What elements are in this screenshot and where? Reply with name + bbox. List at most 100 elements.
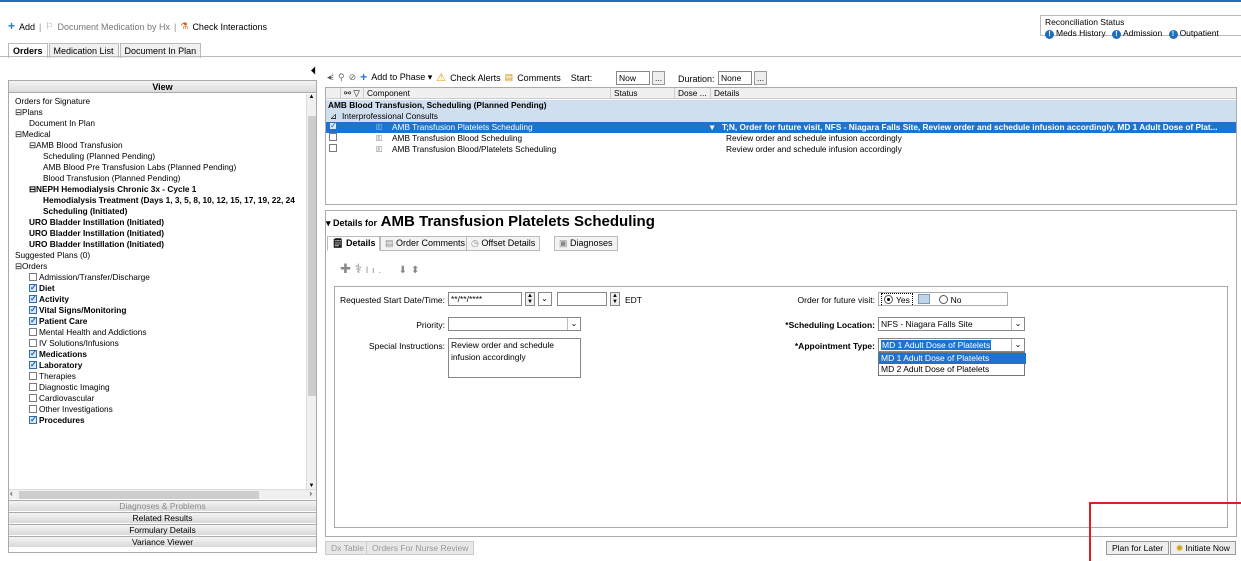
tree-item[interactable]: URO Bladder Instillation (Initiated) xyxy=(29,239,164,250)
appointment-type-dropdown[interactable]: MD 1 Adult Dose of Platelets ⌄ xyxy=(878,338,1025,352)
orders-for-nurse-review-button[interactable]: Orders For Nurse Review xyxy=(366,541,475,555)
column-details[interactable]: Details xyxy=(710,88,1236,99)
scrollbar-thumb[interactable] xyxy=(19,491,259,499)
add-icon[interactable]: + xyxy=(8,20,15,32)
tree-item[interactable]: URO Bladder Instillation (Initiated) xyxy=(29,228,164,239)
yes-radio[interactable]: Yes xyxy=(881,293,913,305)
expand-icon[interactable]: ⬍ xyxy=(411,265,423,276)
priority-dropdown[interactable]: ⌄ xyxy=(448,317,581,331)
section-variance-viewer[interactable]: Variance Viewer xyxy=(9,536,316,547)
tab-details[interactable]: 🗒 Details xyxy=(327,236,381,251)
checkbox[interactable] xyxy=(29,328,37,336)
tree-item[interactable]: Suggested Plans (0) xyxy=(15,250,90,261)
dx-table-button[interactable]: Dx Table xyxy=(325,541,370,555)
tree-item[interactable]: ⊟Orders xyxy=(15,261,47,272)
add-icon[interactable]: ✚ xyxy=(340,261,355,276)
appointment-option[interactable]: MD 2 Adult Dose of Platelets xyxy=(879,364,1026,375)
requested-start-time-field[interactable] xyxy=(557,292,607,306)
tree-item[interactable]: Cardiovascular xyxy=(29,393,94,404)
tree-item[interactable]: IV Solutions/Infusions xyxy=(29,338,119,349)
row-checkbox[interactable] xyxy=(329,133,337,141)
collapse-panel-icon[interactable]: ⏴ xyxy=(311,66,316,77)
special-instructions-field[interactable]: Review order and schedule infusion accor… xyxy=(448,338,581,378)
collapse-icon[interactable]: ⊟ xyxy=(15,107,22,117)
tree-item[interactable]: Patient Care xyxy=(29,315,87,327)
scroll-right-icon[interactable]: › xyxy=(309,489,312,498)
outpatient-link[interactable]: Outpatient xyxy=(1180,28,1219,38)
duration-field[interactable]: None xyxy=(718,71,752,85)
checkbox[interactable] xyxy=(29,394,37,402)
tree-item[interactable]: ⊟Plans xyxy=(15,107,43,118)
meds-history-link[interactable]: Meds History xyxy=(1056,28,1106,38)
tree-item[interactable]: Medications xyxy=(29,348,87,360)
collapse-icon[interactable]: ⊟ xyxy=(15,261,22,271)
remove-icon[interactable]: ⚕ xyxy=(355,261,366,276)
collapse-icon[interactable]: ⊟ xyxy=(15,129,22,139)
collapse-icon[interactable]: ⊟ xyxy=(29,140,36,150)
chart-icon[interactable]: lı. xyxy=(366,265,385,275)
scheduling-location-dropdown[interactable]: NFS - Niagara Falls Site ⌄ xyxy=(878,317,1025,331)
order-row[interactable]: 🗉 AMB Transfusion Platelets Scheduling ▾… xyxy=(326,120,1236,133)
checkbox[interactable] xyxy=(29,282,37,293)
order-row[interactable]: 🗉 AMB Transfusion Blood Scheduling Revie… xyxy=(326,133,1236,144)
admission-link[interactable]: Admission xyxy=(1123,28,1162,38)
checkbox[interactable] xyxy=(29,304,37,315)
initiate-now-button[interactable]: ✺ Initiate Now xyxy=(1170,541,1236,555)
add-button[interactable]: Add xyxy=(19,22,35,32)
tab-offset-details[interactable]: ◷ Offset Details xyxy=(466,236,541,251)
tree-item[interactable]: ⊟NEPH Hemodialysis Chronic 3x - Cycle 1 xyxy=(29,184,196,195)
tree-item[interactable]: ⊟AMB Blood Transfusion xyxy=(29,140,123,151)
sort-icon[interactable]: ⚯ ▽ xyxy=(340,88,362,99)
dropdown-arrow-icon[interactable]: ▾ xyxy=(710,122,714,133)
order-row[interactable]: 🗉 AMB Transfusion Blood/Platelets Schedu… xyxy=(326,144,1236,155)
row-checkbox[interactable] xyxy=(329,144,337,152)
scrollbar-thumb[interactable] xyxy=(308,116,316,396)
tree-item[interactable]: Procedures xyxy=(29,414,85,426)
tree-item[interactable]: Scheduling (Planned Pending) xyxy=(43,151,155,162)
tree-item[interactable]: Hemodialysis Treatment (Days 1, 3, 5, 8,… xyxy=(43,195,295,206)
tree-item[interactable]: Other Investigations xyxy=(29,404,113,415)
add-icon[interactable]: + xyxy=(360,71,367,83)
duration-ellipsis-button[interactable]: ... xyxy=(754,71,767,85)
add-to-phase-button[interactable]: Add to Phase ▾ xyxy=(371,72,432,83)
scroll-left-icon[interactable]: ‹ xyxy=(10,489,13,498)
tree-item[interactable]: Scheduling (Initiated) xyxy=(43,206,127,217)
tab-order-comments[interactable]: ▤ Order Comments xyxy=(380,236,471,251)
tree-horizontal-scrollbar[interactable]: ‹ › xyxy=(9,489,316,499)
tree-vertical-scrollbar[interactable]: ▲ ▼ xyxy=(306,94,316,489)
checkbox[interactable] xyxy=(29,372,37,380)
plan-for-later-button[interactable]: Plan for Later xyxy=(1106,541,1170,555)
collapse-icon[interactable]: ⊟ xyxy=(29,184,36,194)
checkbox[interactable] xyxy=(29,348,37,359)
tree-item[interactable]: Document In Plan xyxy=(29,118,95,129)
checkbox[interactable] xyxy=(29,383,37,391)
comments-button[interactable]: Comments xyxy=(517,73,561,83)
navigate-icon[interactable]: ◂⁞ xyxy=(327,72,334,83)
checkbox[interactable] xyxy=(29,414,37,425)
row-checkbox[interactable] xyxy=(329,120,337,131)
check-interactions-button[interactable]: Check Interactions xyxy=(192,22,267,32)
checkbox[interactable] xyxy=(29,339,37,347)
appointment-option[interactable]: MD 1 Adult Dose of Platelets xyxy=(879,353,1026,364)
date-dropdown[interactable]: ⌄ xyxy=(538,292,552,306)
calendar-icon[interactable] xyxy=(918,294,931,304)
tree-item[interactable]: Orders for Signature xyxy=(15,96,90,107)
tree-item[interactable]: Vital Signs/Monitoring xyxy=(29,304,126,316)
checkbox[interactable] xyxy=(29,405,37,413)
checkbox[interactable] xyxy=(29,359,37,370)
tree-item[interactable]: Laboratory xyxy=(29,359,82,371)
section-diagnoses-problems[interactable]: Diagnoses & Problems xyxy=(9,500,316,511)
scroll-up-icon[interactable]: ▲ xyxy=(307,94,316,100)
tree-item[interactable]: Therapies xyxy=(29,371,76,382)
move-down-icon[interactable]: ⬇ xyxy=(399,265,411,276)
checkbox[interactable] xyxy=(29,293,37,304)
tab-diagnoses[interactable]: ▣ Diagnoses xyxy=(554,236,618,251)
collapse-details-icon[interactable]: ▾ xyxy=(326,218,333,228)
section-formulary-details[interactable]: Formulary Details xyxy=(9,524,316,535)
section-related-results[interactable]: Related Results xyxy=(9,512,316,523)
tree-item[interactable]: Admission/Transfer/Discharge xyxy=(29,272,150,283)
column-dose[interactable]: Dose ... xyxy=(674,88,710,99)
filter-icon[interactable]: ⚲ xyxy=(338,72,345,83)
tree-item[interactable]: URO Bladder Instillation (Initiated) xyxy=(29,217,164,228)
tree-item[interactable]: Mental Health and Addictions xyxy=(29,327,146,338)
